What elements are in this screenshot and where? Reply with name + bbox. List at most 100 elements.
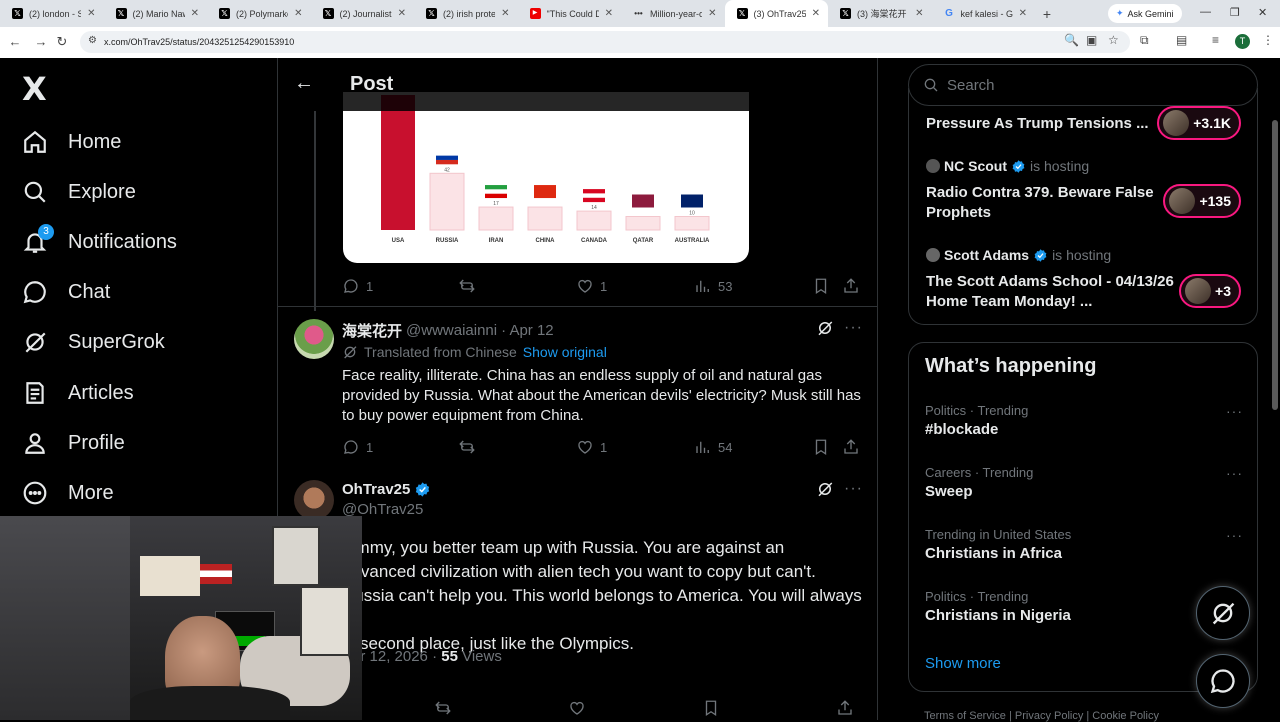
footer-links[interactable]: Terms of Service | Privacy Policy | Cook… (924, 710, 1159, 722)
more-options-icon[interactable]: ··· (1226, 465, 1243, 481)
tab-close-icon[interactable]: ✕ (294, 8, 302, 19)
search-input[interactable]: Search (908, 64, 1258, 106)
main-tweet[interactable]: OhTrav25 @OhTrav25 ··· Timmy, you better… (278, 468, 877, 720)
tweet-chart-image[interactable]: USA 42 RUSSIA 17 IRAN CHINA 14 CANADA QATAR 10 AUS… (343, 92, 749, 263)
reload-icon[interactable]: ↻ (50, 34, 74, 50)
browser-tab[interactable]: 𝕏 (2) Mario Nawfal ✕ (104, 0, 208, 27)
views-button[interactable]: 53 (694, 277, 732, 295)
browser-tab[interactable]: ••• Million-year-old ✕ (621, 0, 725, 27)
bookmark-button[interactable] (812, 438, 830, 456)
repost-button[interactable] (458, 438, 476, 456)
repost-button[interactable] (434, 699, 452, 717)
nav-notifications[interactable]: 3 Notifications (22, 222, 177, 262)
nav-home[interactable]: Home (22, 122, 121, 162)
site-info-icon[interactable]: ⚙ (88, 35, 97, 46)
x-logo[interactable]: X (22, 70, 47, 108)
reply-button[interactable]: 1 (342, 438, 373, 456)
flag-icon-russia (436, 151, 458, 165)
space-listen-button[interactable]: +135 (1163, 184, 1241, 218)
zoom-icon[interactable]: 🔍 (1064, 33, 1079, 47)
more-options-icon[interactable]: ··· (1226, 527, 1243, 543)
more-options-icon[interactable]: ··· (1226, 403, 1243, 419)
browser-tab[interactable]: 𝕏 (2) Polymarket ✕ (207, 0, 311, 27)
tab-close-icon[interactable]: ✕ (501, 8, 509, 19)
bookmark-button[interactable] (702, 699, 720, 717)
trend-item[interactable]: Politics · Trending #blockade ··· (925, 403, 1245, 438)
media-icon[interactable]: ≡ (1212, 33, 1219, 47)
new-tab-button[interactable]: + (1035, 6, 1059, 22)
url-field[interactable]: ⚙ x.com/OhTrav25/status/2043251254290153… (80, 31, 1130, 53)
tab-close-icon[interactable]: ✕ (915, 8, 923, 19)
space-host-avatar (1169, 188, 1196, 214)
back-icon[interactable]: ← (3, 34, 27, 49)
like-button[interactable]: 1 (576, 438, 607, 456)
grok-icon[interactable] (816, 480, 834, 503)
repost-button[interactable] (458, 277, 476, 295)
browser-tab[interactable]: 𝕏 (2) irish protest ✕ (414, 0, 518, 27)
host-name[interactable]: Scott Adams (944, 247, 1029, 263)
sidebar-icon[interactable]: ▤ (1176, 33, 1187, 47)
reply-button[interactable]: 1 (342, 277, 373, 295)
nav-articles[interactable]: Articles (22, 373, 134, 413)
like-button[interactable] (568, 699, 586, 717)
chart-category-label: CHINA (536, 238, 556, 244)
browser-tab[interactable]: Gkef kalesi - Goo ✕ (932, 0, 1036, 27)
author-handle[interactable]: @wwwaiainni (406, 322, 497, 339)
window-close-icon[interactable]: ✕ (1258, 6, 1267, 19)
tab-close-icon[interactable]: ✕ (708, 8, 716, 19)
space-listen-button[interactable]: +3.1K (1157, 106, 1241, 140)
space-title[interactable]: The Scott Adams School - 04/13/26 Home T… (926, 272, 1176, 312)
chat-fab-button[interactable] (1196, 654, 1250, 708)
browser-tab[interactable]: 𝕏 (3) 海棠花开 (@ ✕ (828, 0, 932, 27)
space-listen-button[interactable]: +3 (1179, 274, 1241, 308)
tweet-date[interactable]: · Apr 12 (501, 322, 554, 339)
back-arrow-icon[interactable]: ← (294, 72, 314, 95)
minimize-icon[interactable]: — (1200, 6, 1211, 18)
browser-profile-avatar[interactable]: T (1235, 34, 1250, 49)
ask-gemini-button[interactable]: ✦ Ask Gemini (1108, 4, 1182, 23)
bookmark-star-icon[interactable]: ☆ (1108, 33, 1119, 47)
tab-close-icon[interactable]: ✕ (812, 8, 820, 19)
nav-profile[interactable]: Profile (22, 423, 125, 463)
space-title[interactable]: Radio Contra 379. Beware False Prophets (926, 183, 1161, 223)
nav-supergrok[interactable]: SuperGrok (22, 322, 165, 362)
tab-close-icon[interactable]: ✕ (605, 8, 613, 19)
views-button[interactable]: 54 (694, 438, 732, 456)
tab-close-icon[interactable]: ✕ (191, 8, 199, 19)
more-options-icon[interactable]: ··· (844, 480, 863, 498)
browser-tab[interactable]: 𝕏 (2) Journalist Sa ✕ (311, 0, 415, 27)
show-original-link[interactable]: Show original (523, 344, 607, 360)
bookmark-button[interactable] (812, 277, 830, 295)
avatar[interactable] (294, 319, 334, 359)
reply-tweet[interactable]: 海棠花开 @wwwaiainni · Apr 12 ··· Translated… (278, 306, 877, 484)
host-name[interactable]: NC Scout (944, 158, 1007, 174)
nav-explore[interactable]: Explore (22, 172, 136, 212)
browser-tab[interactable]: ▶ "This Could Des ✕ (518, 0, 622, 27)
nav-more[interactable]: More (22, 473, 114, 513)
tab-close-icon[interactable]: ✕ (1019, 8, 1027, 19)
extensions-icon[interactable]: ⧉ (1140, 33, 1149, 48)
share-button[interactable] (842, 438, 860, 456)
share-button[interactable] (836, 699, 854, 717)
author-name[interactable]: OhTrav25 (342, 481, 410, 498)
tab-close-icon[interactable]: ✕ (398, 8, 406, 19)
share-button[interactable] (842, 277, 860, 295)
grok-fab-button[interactable] (1196, 586, 1250, 640)
show-more-link[interactable]: Show more (925, 655, 1001, 672)
restore-icon[interactable]: ❐ (1230, 6, 1240, 19)
space-title[interactable]: Pressure As Trump Tensions ... (926, 114, 1161, 134)
nav-chat[interactable]: Chat (22, 272, 110, 312)
browser-menu-icon[interactable]: ⋮ (1262, 33, 1274, 47)
avatar[interactable] (294, 480, 334, 520)
scrollbar[interactable] (1272, 120, 1278, 410)
cast-icon[interactable]: ▣ (1086, 33, 1097, 47)
like-button[interactable]: 1 (576, 277, 607, 295)
trend-item[interactable]: Trending in United States Christians in … (925, 527, 1245, 562)
browser-tab[interactable]: 𝕏 (3) OhTrav25 on ✕ (724, 0, 828, 27)
browser-tab[interactable]: 𝕏 (2) london - Sea ✕ (0, 0, 104, 27)
author-name[interactable]: 海棠花开 (342, 320, 402, 341)
more-options-icon[interactable]: ··· (844, 319, 863, 337)
tab-close-icon[interactable]: ✕ (87, 8, 95, 19)
grok-icon[interactable] (816, 319, 834, 342)
trend-item[interactable]: Careers · Trending Sweep ··· (925, 465, 1245, 500)
